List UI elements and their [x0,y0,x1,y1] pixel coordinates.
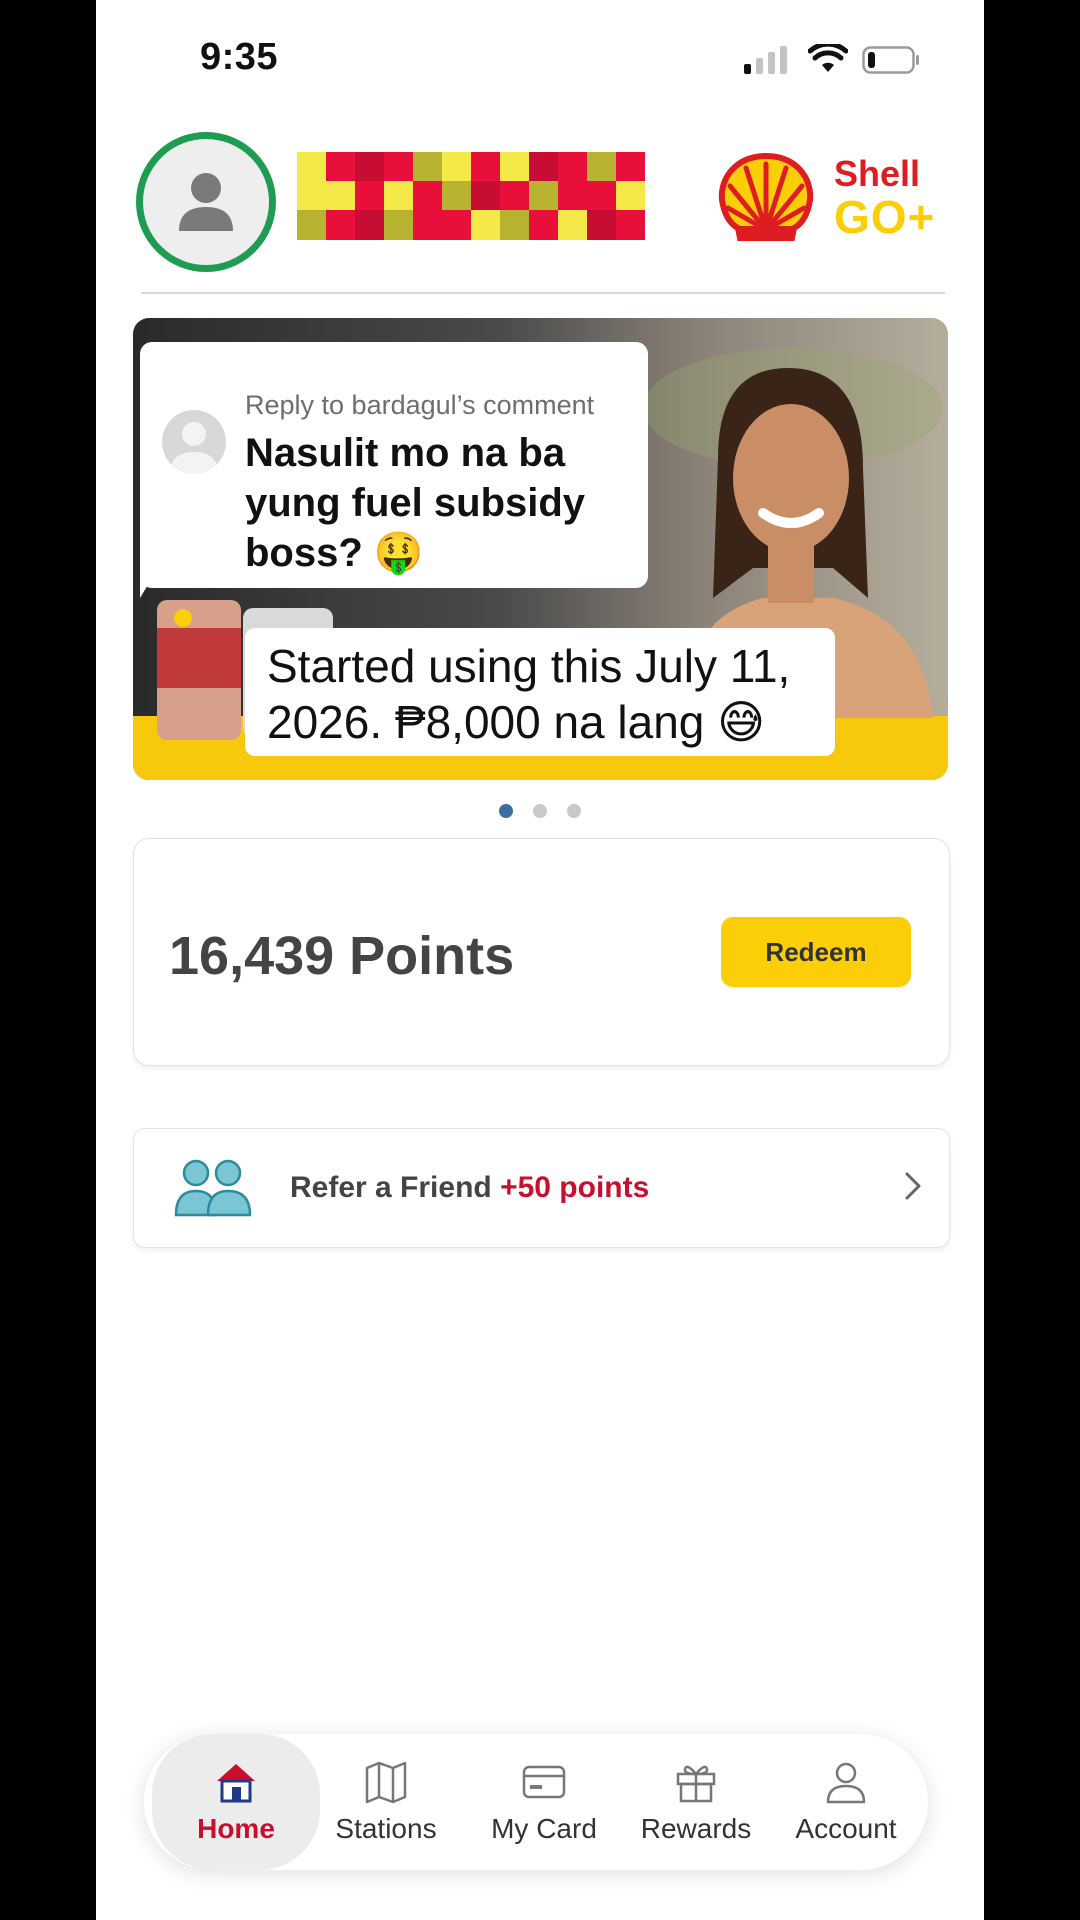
battery-icon [862,46,919,74]
nav-home-label: Home [197,1813,275,1844]
carousel-dots [499,804,581,818]
nav-home[interactable]: Home [152,1734,320,1870]
people-icon [174,1159,252,1217]
censored-username [297,152,645,240]
user-icon [179,173,233,231]
chevron-right-icon [905,1172,921,1200]
header-divider [141,292,945,294]
home-icon [217,1764,255,1803]
brand-go-text: GO+ [834,191,936,243]
carousel-dot-2[interactable] [533,804,547,818]
shell-pecten-logo-icon [718,152,814,241]
wifi-icon [808,44,848,72]
cellular-signal-icon [744,46,787,74]
banner-caption: Started using this July 11, 2026. ₱8,000… [245,628,835,756]
account-icon [826,1762,866,1804]
nav-rewards-label: Rewards [640,1813,752,1844]
promo-banner[interactable]: Reply to bardagul’s comment Nasulit mo n… [133,318,948,780]
brand-shell-text: Shell [834,153,921,194]
map-icon [365,1761,407,1804]
default-avatar-icon [170,422,218,474]
refer-label: Refer a Friend +50 points [290,1171,649,1205]
app-screen: 9:35 Shell GO+ Reply to bardagul’s comme… [96,0,984,1920]
points-balance: 16,439 Points [169,926,515,986]
nav-account-label: Account [795,1813,897,1844]
redeem-button[interactable]: Redeem [721,917,911,987]
nav-my-card-label: My Card [491,1813,597,1844]
reply-comment-bubble: Reply to bardagul’s comment Nasulit mo n… [140,342,648,588]
commenter-avatar [162,410,226,474]
points-card: 16,439 Points Redeem [133,838,950,1066]
nav-account[interactable]: Account [772,1734,920,1870]
refer-a-friend-row[interactable]: Refer a Friend +50 points [133,1128,950,1248]
carousel-dot-3[interactable] [567,804,581,818]
refer-points-badge: +50 points [500,1171,650,1204]
shell-go-brand: Shell GO+ [834,153,936,243]
gift-icon [676,1765,716,1803]
refer-text: Refer a Friend [290,1171,492,1204]
nav-rewards[interactable]: Rewards [618,1734,774,1870]
card-icon [522,1765,566,1799]
comment-text: Nasulit mo na ba yung fuel subsidy boss?… [245,431,586,575]
comment-bubble-tail [140,558,164,598]
nav-my-card[interactable]: My Card [462,1734,626,1870]
profile-avatar[interactable] [136,132,276,272]
nav-stations-label: Stations [335,1813,437,1844]
bottom-navigation: Home Stations My Card Rewards Account [144,1734,928,1870]
carousel-dot-1[interactable] [499,804,513,818]
status-time: 9:35 [200,36,279,78]
nav-stations[interactable]: Stations [316,1734,456,1870]
comment-reply-label: Reply to bardagul’s comment [245,390,595,420]
